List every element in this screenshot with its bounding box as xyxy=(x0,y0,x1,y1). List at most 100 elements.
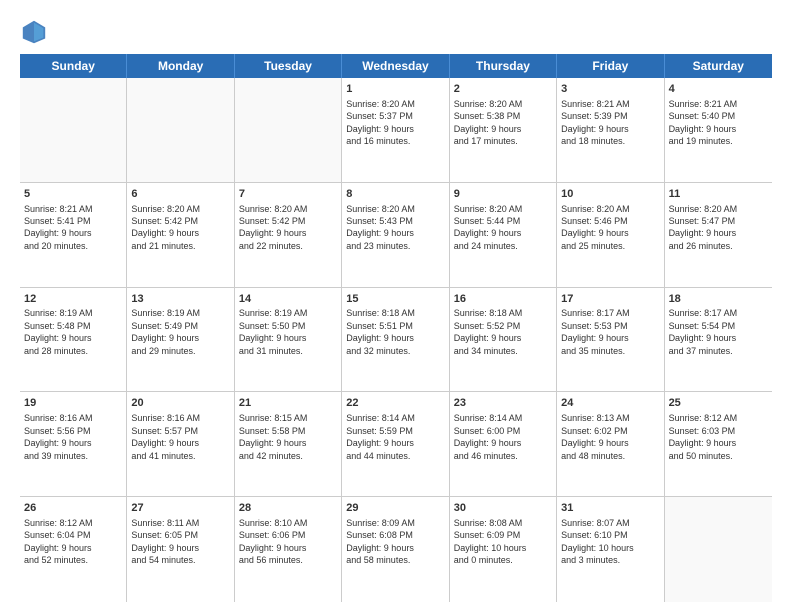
calendar-cell: 4Sunrise: 8:21 AM Sunset: 5:40 PM Daylig… xyxy=(665,78,772,182)
weekday-header: Friday xyxy=(557,54,664,78)
day-number: 22 xyxy=(346,396,444,411)
day-number: 27 xyxy=(131,501,229,516)
day-info: Sunrise: 8:09 AM Sunset: 6:08 PM Dayligh… xyxy=(346,518,415,565)
weekday-header: Thursday xyxy=(450,54,557,78)
day-number: 23 xyxy=(454,396,552,411)
calendar-cell: 28 Sunrise: 8:10 AM Sunset: 6:06 PM Dayli… xyxy=(235,497,342,602)
day-info: Sunrise: 8:20 AM Sunset: 5:42 PM Dayligh… xyxy=(239,204,308,251)
day-info: Sunrise: 8:20 AM Sunset: 5:38 PM Dayligh… xyxy=(454,99,523,146)
day-number: 28 xyxy=(239,501,337,516)
day-number: 30 xyxy=(454,501,552,516)
day-info: Sunrise: 8:18 AM Sunset: 5:52 PM Dayligh… xyxy=(454,308,523,355)
day-number: 16 xyxy=(454,292,552,307)
day-number: 9 xyxy=(454,187,552,202)
calendar-cell: 3Sunrise: 8:21 AM Sunset: 5:39 PM Daylig… xyxy=(557,78,664,182)
day-number: 18 xyxy=(669,292,768,307)
calendar-cell: 12Sunrise: 8:19 AM Sunset: 5:48 PM Dayli… xyxy=(20,288,127,392)
calendar-cell: 25 Sunrise: 8:12 AM Sunset: 6:03 PM Dayli… xyxy=(665,392,772,496)
day-number: 14 xyxy=(239,292,337,307)
calendar-cell xyxy=(127,78,234,182)
day-info: Sunrise: 8:20 AM Sunset: 5:42 PM Dayligh… xyxy=(131,204,200,251)
day-number: 31 xyxy=(561,501,659,516)
calendar-cell: 1Sunrise: 8:20 AM Sunset: 5:37 PM Daylig… xyxy=(342,78,449,182)
day-info: Sunrise: 8:18 AM Sunset: 5:51 PM Dayligh… xyxy=(346,308,415,355)
weekday-header: Wednesday xyxy=(342,54,449,78)
day-number: 11 xyxy=(669,187,768,202)
day-info: Sunrise: 8:08 AM Sunset: 6:09 PM Dayligh… xyxy=(454,518,527,565)
day-number: 1 xyxy=(346,82,444,97)
calendar-cell: 5Sunrise: 8:21 AM Sunset: 5:41 PM Daylig… xyxy=(20,183,127,287)
calendar-cell: 26 Sunrise: 8:12 AM Sunset: 6:04 PM Dayli… xyxy=(20,497,127,602)
calendar-row: 5Sunrise: 8:21 AM Sunset: 5:41 PM Daylig… xyxy=(20,183,772,288)
calendar-body: 1Sunrise: 8:20 AM Sunset: 5:37 PM Daylig… xyxy=(20,78,772,602)
calendar-cell: 2Sunrise: 8:20 AM Sunset: 5:38 PM Daylig… xyxy=(450,78,557,182)
day-info: Sunrise: 8:10 AM Sunset: 6:06 PM Dayligh… xyxy=(239,518,308,565)
calendar-cell: 22 Sunrise: 8:14 AM Sunset: 5:59 PM Dayli… xyxy=(342,392,449,496)
day-info: Sunrise: 8:13 AM Sunset: 6:02 PM Dayligh… xyxy=(561,413,630,460)
calendar-cell: 10 Sunrise: 8:20 AM Sunset: 5:46 PM Dayli… xyxy=(557,183,664,287)
day-number: 3 xyxy=(561,82,659,97)
header xyxy=(20,18,772,46)
day-info: Sunrise: 8:16 AM Sunset: 5:56 PM Dayligh… xyxy=(24,413,93,460)
calendar-header: SundayMondayTuesdayWednesdayThursdayFrid… xyxy=(20,54,772,78)
page: SundayMondayTuesdayWednesdayThursdayFrid… xyxy=(0,0,792,612)
calendar-cell: 18Sunrise: 8:17 AM Sunset: 5:54 PM Dayli… xyxy=(665,288,772,392)
calendar-cell: 17Sunrise: 8:17 AM Sunset: 5:53 PM Dayli… xyxy=(557,288,664,392)
day-info: Sunrise: 8:19 AM Sunset: 5:48 PM Dayligh… xyxy=(24,308,93,355)
day-number: 25 xyxy=(669,396,768,411)
day-number: 10 xyxy=(561,187,659,202)
day-info: Sunrise: 8:11 AM Sunset: 6:05 PM Dayligh… xyxy=(131,518,199,565)
weekday-header: Monday xyxy=(127,54,234,78)
calendar-cell: 23 Sunrise: 8:14 AM Sunset: 6:00 PM Dayli… xyxy=(450,392,557,496)
day-info: Sunrise: 8:17 AM Sunset: 5:53 PM Dayligh… xyxy=(561,308,630,355)
day-info: Sunrise: 8:19 AM Sunset: 5:49 PM Dayligh… xyxy=(131,308,200,355)
day-number: 26 xyxy=(24,501,122,516)
logo xyxy=(20,18,52,46)
calendar-cell: 13Sunrise: 8:19 AM Sunset: 5:49 PM Dayli… xyxy=(127,288,234,392)
day-number: 17 xyxy=(561,292,659,307)
calendar-cell: 7 Sunrise: 8:20 AM Sunset: 5:42 PM Daylig… xyxy=(235,183,342,287)
day-info: Sunrise: 8:14 AM Sunset: 6:00 PM Dayligh… xyxy=(454,413,523,460)
calendar: SundayMondayTuesdayWednesdayThursdayFrid… xyxy=(20,54,772,602)
day-number: 7 xyxy=(239,187,337,202)
day-info: Sunrise: 8:14 AM Sunset: 5:59 PM Dayligh… xyxy=(346,413,415,460)
day-number: 21 xyxy=(239,396,337,411)
day-info: Sunrise: 8:12 AM Sunset: 6:03 PM Dayligh… xyxy=(669,413,738,460)
calendar-cell: 24 Sunrise: 8:13 AM Sunset: 6:02 PM Dayli… xyxy=(557,392,664,496)
calendar-cell: 6 Sunrise: 8:20 AM Sunset: 5:42 PM Daylig… xyxy=(127,183,234,287)
day-number: 12 xyxy=(24,292,122,307)
calendar-cell: 14Sunrise: 8:19 AM Sunset: 5:50 PM Dayli… xyxy=(235,288,342,392)
weekday-header: Saturday xyxy=(665,54,772,78)
day-info: Sunrise: 8:12 AM Sunset: 6:04 PM Dayligh… xyxy=(24,518,93,565)
calendar-cell xyxy=(20,78,127,182)
calendar-row: 12Sunrise: 8:19 AM Sunset: 5:48 PM Dayli… xyxy=(20,288,772,393)
calendar-cell: 27 Sunrise: 8:11 AM Sunset: 6:05 PM Dayli… xyxy=(127,497,234,602)
day-info: Sunrise: 8:15 AM Sunset: 5:58 PM Dayligh… xyxy=(239,413,308,460)
day-number: 19 xyxy=(24,396,122,411)
calendar-cell: 30 Sunrise: 8:08 AM Sunset: 6:09 PM Dayli… xyxy=(450,497,557,602)
day-number: 24 xyxy=(561,396,659,411)
day-info: Sunrise: 8:20 AM Sunset: 5:43 PM Dayligh… xyxy=(346,204,415,251)
calendar-cell: 11 Sunrise: 8:20 AM Sunset: 5:47 PM Dayli… xyxy=(665,183,772,287)
weekday-header: Sunday xyxy=(20,54,127,78)
calendar-cell: 20Sunrise: 8:16 AM Sunset: 5:57 PM Dayli… xyxy=(127,392,234,496)
logo-icon xyxy=(20,18,48,46)
day-number: 29 xyxy=(346,501,444,516)
day-info: Sunrise: 8:20 AM Sunset: 5:44 PM Dayligh… xyxy=(454,204,523,251)
day-info: Sunrise: 8:07 AM Sunset: 6:10 PM Dayligh… xyxy=(561,518,634,565)
calendar-cell: 8Sunrise: 8:20 AM Sunset: 5:43 PM Daylig… xyxy=(342,183,449,287)
calendar-cell: 21 Sunrise: 8:15 AM Sunset: 5:58 PM Dayli… xyxy=(235,392,342,496)
day-info: Sunrise: 8:20 AM Sunset: 5:46 PM Dayligh… xyxy=(561,204,630,251)
day-number: 13 xyxy=(131,292,229,307)
calendar-row: 19 Sunrise: 8:16 AM Sunset: 5:56 PM Dayli… xyxy=(20,392,772,497)
calendar-cell: 19 Sunrise: 8:16 AM Sunset: 5:56 PM Dayli… xyxy=(20,392,127,496)
calendar-cell xyxy=(235,78,342,182)
day-info: Sunrise: 8:17 AM Sunset: 5:54 PM Dayligh… xyxy=(669,308,738,355)
calendar-cell xyxy=(665,497,772,602)
day-info: Sunrise: 8:19 AM Sunset: 5:50 PM Dayligh… xyxy=(239,308,308,355)
day-info: Sunrise: 8:21 AM Sunset: 5:41 PM Dayligh… xyxy=(24,204,93,251)
day-info: Sunrise: 8:20 AM Sunset: 5:47 PM Dayligh… xyxy=(669,204,738,251)
day-number: 6 xyxy=(131,187,229,202)
day-number: 4 xyxy=(669,82,768,97)
calendar-cell: 15Sunrise: 8:18 AM Sunset: 5:51 PM Dayli… xyxy=(342,288,449,392)
